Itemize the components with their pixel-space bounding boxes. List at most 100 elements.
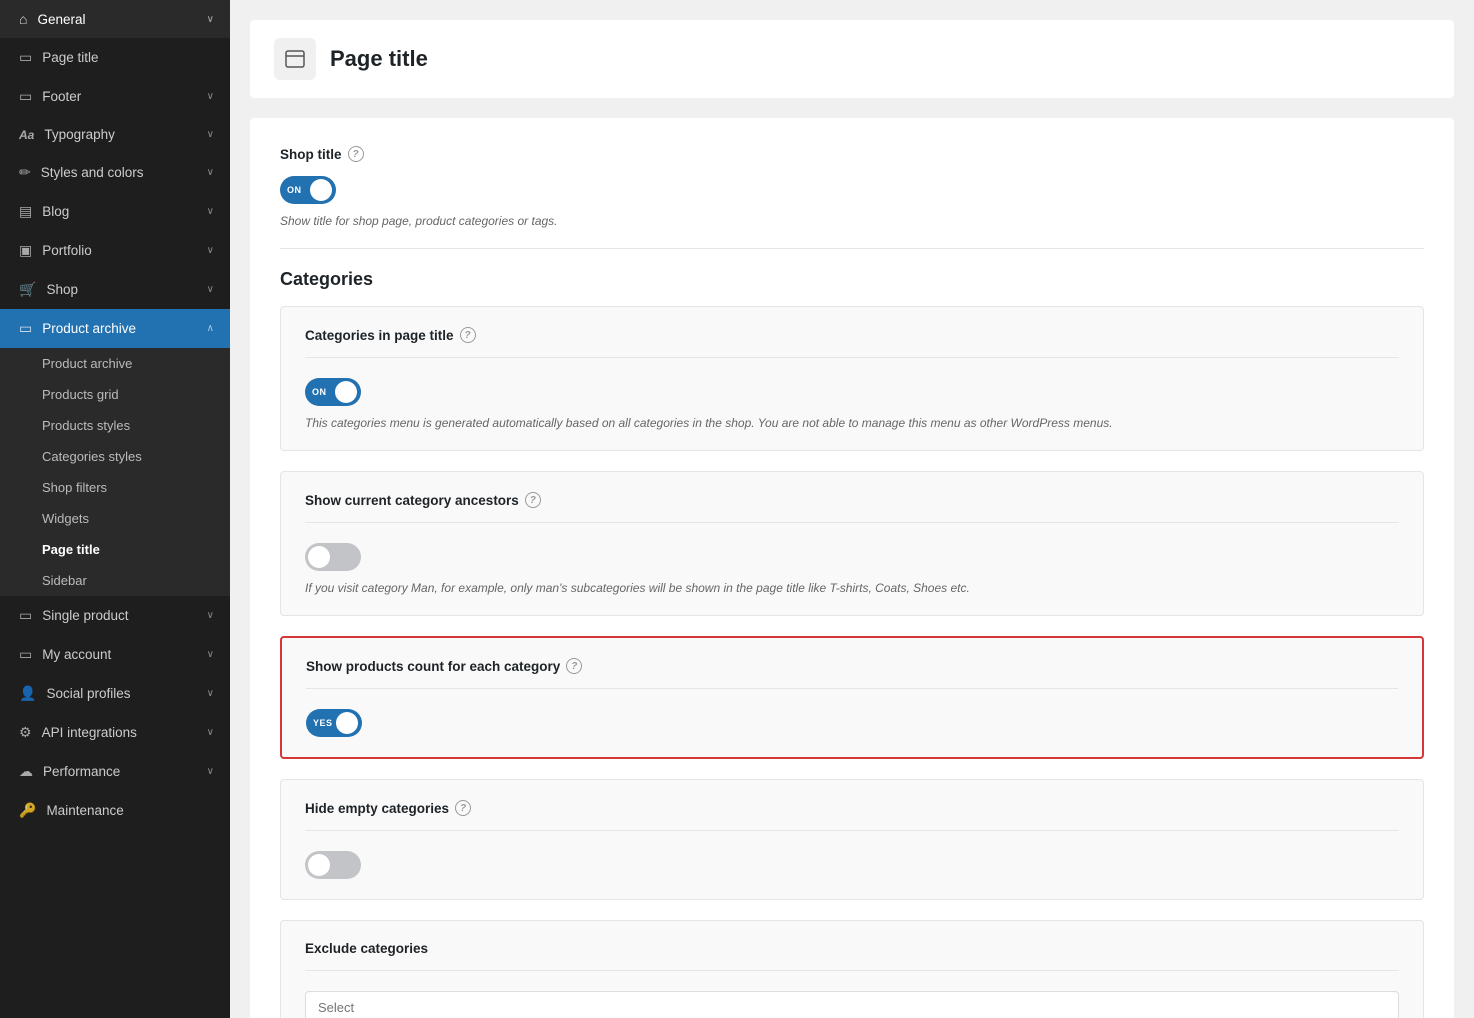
toggle-knob bbox=[336, 712, 358, 734]
sidebar-label-footer: Footer bbox=[42, 89, 81, 104]
performance-icon: ☁ bbox=[19, 763, 33, 780]
shop-title-section: Shop title ? ON Show title for shop page… bbox=[280, 146, 1424, 228]
sidebar-item-social-profiles[interactable]: 👤 Social profiles ∨ bbox=[0, 674, 230, 713]
sidebar-label-performance: Performance bbox=[43, 764, 120, 779]
sidebar-item-performance[interactable]: ☁ Performance ∨ bbox=[0, 752, 230, 791]
sidebar-label-maintenance: Maintenance bbox=[46, 803, 123, 818]
show-products-count-label: Show products count for each category ? bbox=[306, 658, 1398, 674]
sidebar-sub-item-shop-filters[interactable]: Shop filters bbox=[0, 472, 230, 503]
maintenance-icon: 🔑 bbox=[19, 802, 36, 819]
exclude-categories-select[interactable] bbox=[305, 991, 1399, 1018]
sidebar-item-blog[interactable]: ▤ Blog ∨ bbox=[0, 192, 230, 231]
sidebar-item-shop[interactable]: 🛒 Shop ∨ bbox=[0, 270, 230, 309]
chevron-icon: ∨ bbox=[207, 206, 214, 217]
api-icon: ⚙ bbox=[19, 724, 32, 741]
chevron-icon: ∨ bbox=[207, 688, 214, 699]
product-archive-icon: ▭ bbox=[19, 320, 32, 337]
categories-title: Categories bbox=[280, 269, 1424, 290]
chevron-icon: ∨ bbox=[207, 610, 214, 621]
social-icon: 👤 bbox=[19, 685, 36, 702]
hide-empty-toggle-wrapper: NO bbox=[305, 851, 1399, 879]
sidebar-item-page-title[interactable]: ▭ Page title bbox=[0, 38, 230, 77]
divider bbox=[306, 688, 1398, 689]
show-ancestors-toggle-wrapper: NO bbox=[305, 543, 1399, 571]
categories-in-title-help-icon[interactable]: ? bbox=[460, 327, 476, 343]
sidebar-submenu-product-archive: Product archive Products grid Products s… bbox=[0, 348, 230, 596]
sidebar-label-product-archive: Product archive bbox=[42, 321, 136, 336]
sidebar-item-my-account[interactable]: ▭ My account ∨ bbox=[0, 635, 230, 674]
show-current-ancestors-panel: Show current category ancestors ? NO If … bbox=[280, 471, 1424, 616]
shop-title-toggle-wrapper: ON bbox=[280, 176, 1424, 204]
show-products-count-help-icon[interactable]: ? bbox=[566, 658, 582, 674]
sidebar-item-styles-colors[interactable]: ✏ Styles and colors ∨ bbox=[0, 153, 230, 192]
sidebar-item-footer[interactable]: ▭ Footer ∨ bbox=[0, 77, 230, 116]
categories-in-title-toggle-wrapper: ON bbox=[305, 378, 1399, 406]
main-content: Page title Shop title ? ON Show title fo… bbox=[230, 0, 1474, 1018]
sidebar-label-shop: Shop bbox=[46, 282, 78, 297]
chevron-icon: ∨ bbox=[207, 14, 214, 25]
chevron-icon: ∨ bbox=[207, 727, 214, 738]
content-area: Shop title ? ON Show title for shop page… bbox=[250, 118, 1454, 1018]
sidebar-sub-item-categories-styles[interactable]: Categories styles bbox=[0, 441, 230, 472]
categories-in-title-label: Categories in page title ? bbox=[305, 327, 1399, 343]
sidebar: ⌂ General ∨ ▭ Page title ▭ Footer ∨ Aa T… bbox=[0, 0, 230, 1018]
divider bbox=[280, 248, 1424, 249]
show-ancestors-label: Show current category ancestors ? bbox=[305, 492, 1399, 508]
sidebar-sub-item-widgets[interactable]: Widgets bbox=[0, 503, 230, 534]
divider bbox=[305, 830, 1399, 831]
hide-empty-categories-panel: Hide empty categories ? NO bbox=[280, 779, 1424, 900]
divider bbox=[305, 357, 1399, 358]
chevron-icon: ∨ bbox=[207, 129, 214, 140]
sidebar-item-typography[interactable]: Aa Typography ∨ bbox=[0, 116, 230, 153]
shop-title-helper: Show title for shop page, product catego… bbox=[280, 214, 1424, 228]
chevron-icon: ∨ bbox=[207, 284, 214, 295]
page-header-icon bbox=[274, 38, 316, 80]
exclude-categories-label: Exclude categories bbox=[305, 941, 1399, 956]
sidebar-label-general: General bbox=[37, 12, 85, 27]
sidebar-item-single-product[interactable]: ▭ Single product ∨ bbox=[0, 596, 230, 635]
page-title: Page title bbox=[330, 46, 428, 72]
toggle-knob bbox=[308, 546, 330, 568]
categories-in-title-toggle[interactable]: ON bbox=[305, 378, 361, 406]
sidebar-item-maintenance[interactable]: 🔑 Maintenance bbox=[0, 791, 230, 830]
sidebar-label-styles: Styles and colors bbox=[41, 165, 144, 180]
sidebar-sub-item-products-styles[interactable]: Products styles bbox=[0, 410, 230, 441]
sidebar-label-portfolio: Portfolio bbox=[42, 243, 92, 258]
sidebar-item-portfolio[interactable]: ▣ Portfolio ∨ bbox=[0, 231, 230, 270]
sidebar-sub-item-products-grid[interactable]: Products grid bbox=[0, 379, 230, 410]
chevron-icon: ∨ bbox=[207, 649, 214, 660]
toggle-knob bbox=[310, 179, 332, 201]
sidebar-item-api[interactable]: ⚙ API integrations ∨ bbox=[0, 713, 230, 752]
categories-in-page-title-panel: Categories in page title ? ON This categ… bbox=[280, 306, 1424, 451]
categories-in-title-helper: This categories menu is generated automa… bbox=[305, 416, 1399, 430]
sidebar-item-product-archive[interactable]: ▭ Product archive ∧ bbox=[0, 309, 230, 348]
sidebar-label-social: Social profiles bbox=[46, 686, 130, 701]
my-account-icon: ▭ bbox=[19, 646, 32, 663]
sidebar-label-api: API integrations bbox=[42, 725, 137, 740]
sidebar-sub-item-product-archive[interactable]: Product archive bbox=[0, 348, 230, 379]
show-products-count-toggle[interactable]: YES bbox=[306, 709, 362, 737]
shop-title-toggle[interactable]: ON bbox=[280, 176, 336, 204]
chevron-icon: ∨ bbox=[207, 766, 214, 777]
styles-icon: ✏ bbox=[19, 164, 31, 181]
page-title-icon: ▭ bbox=[19, 49, 32, 66]
show-ancestors-toggle[interactable]: NO bbox=[305, 543, 361, 571]
shop-icon: 🛒 bbox=[19, 281, 36, 298]
sidebar-item-general[interactable]: ⌂ General ∨ bbox=[0, 0, 230, 38]
hide-empty-help-icon[interactable]: ? bbox=[455, 800, 471, 816]
sidebar-label-single-product: Single product bbox=[42, 608, 128, 623]
home-icon: ⌂ bbox=[19, 11, 27, 27]
show-ancestors-help-icon[interactable]: ? bbox=[525, 492, 541, 508]
sidebar-label-typography: Typography bbox=[44, 127, 115, 142]
typography-icon: Aa bbox=[19, 128, 34, 142]
sidebar-label-page-title: Page title bbox=[42, 50, 98, 65]
shop-title-help-icon[interactable]: ? bbox=[348, 146, 364, 162]
sidebar-sub-item-page-title[interactable]: Page title bbox=[0, 534, 230, 565]
hide-empty-toggle[interactable]: NO bbox=[305, 851, 361, 879]
sidebar-label-blog: Blog bbox=[42, 204, 69, 219]
show-products-count-toggle-wrapper: YES bbox=[306, 709, 1398, 737]
portfolio-icon: ▣ bbox=[19, 242, 32, 259]
exclude-categories-panel: Exclude categories bbox=[280, 920, 1424, 1018]
divider bbox=[305, 522, 1399, 523]
sidebar-sub-item-sidebar[interactable]: Sidebar bbox=[0, 565, 230, 596]
